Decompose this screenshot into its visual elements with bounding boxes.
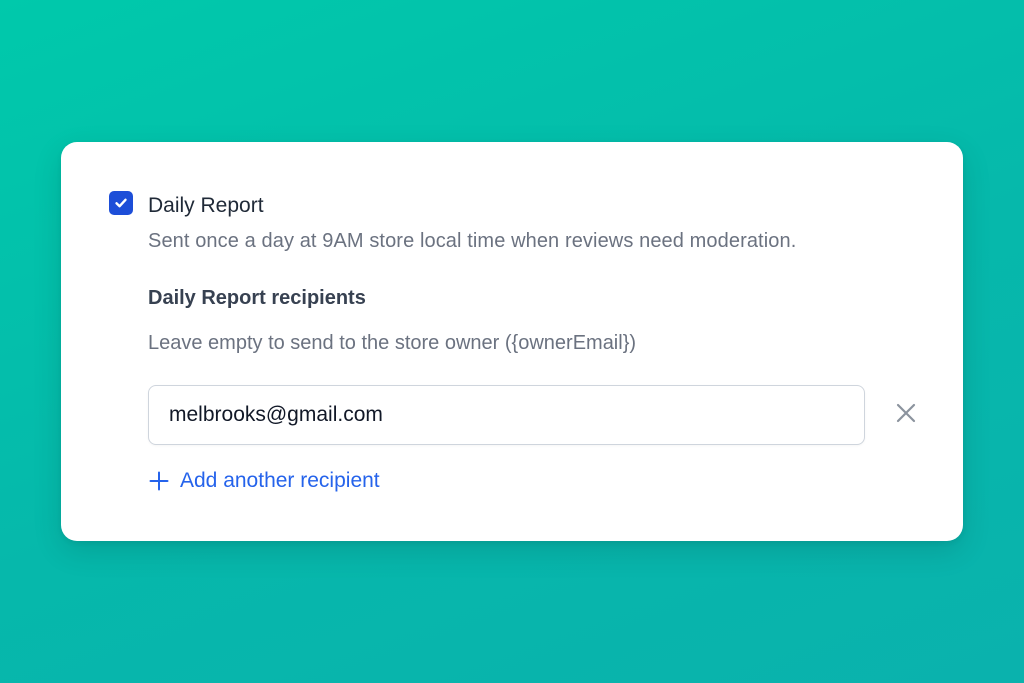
add-recipient-label: Add another recipient: [180, 469, 380, 492]
recipient-email-input[interactable]: [148, 385, 865, 445]
remove-recipient-button[interactable]: [891, 400, 921, 430]
recipients-help-text: Leave empty to send to the store owner (…: [148, 332, 637, 354]
option-title: Daily Report: [148, 194, 264, 217]
close-icon: [895, 402, 917, 429]
check-icon: [114, 196, 128, 210]
plus-icon: [148, 470, 170, 492]
option-description: Sent once a day at 9AM store local time …: [148, 230, 797, 252]
daily-report-checkbox[interactable]: [109, 191, 133, 215]
recipients-label: Daily Report recipients: [148, 287, 366, 309]
notification-card: Daily Report Sent once a day at 9AM stor…: [61, 142, 963, 541]
add-recipient-button[interactable]: Add another recipient: [148, 468, 380, 494]
